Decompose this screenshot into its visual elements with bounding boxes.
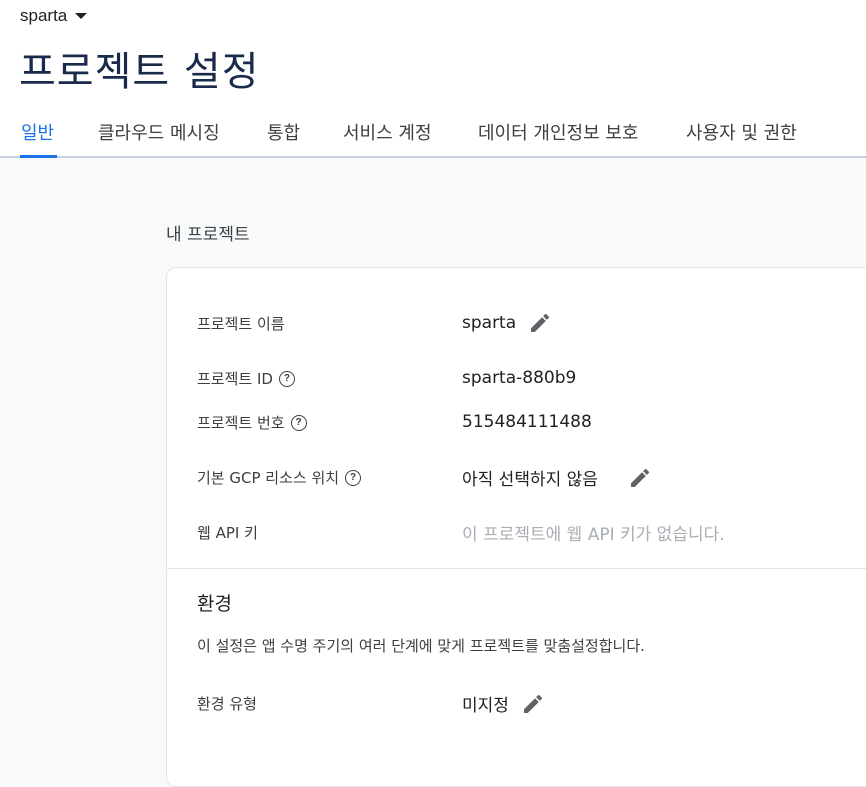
row-label-text: 프로젝트 ID: [197, 370, 273, 388]
help-icon[interactable]: ?: [345, 469, 362, 486]
project-number-value: 515484111488: [462, 412, 592, 432]
row-label-text: 웹 API 키: [197, 524, 258, 542]
caret-down-icon: [75, 13, 88, 19]
project-name-value: sparta: [462, 311, 552, 335]
row-label-text: 환경 유형: [197, 695, 257, 713]
page-title: 프로젝트 설정: [19, 49, 260, 95]
tab-users-permissions[interactable]: 사용자 및 권한: [686, 119, 797, 145]
pencil-icon[interactable]: [528, 311, 552, 335]
project-id-label: 프로젝트 ID ?: [197, 368, 295, 389]
tab-label: 사용자 및 권한: [686, 123, 797, 144]
row-label-text: 기본 GCP 리소스 위치: [197, 469, 340, 487]
gcp-location-value: 아직 선택하지 않음: [462, 465, 652, 490]
my-project-section-label: 내 프로젝트: [166, 225, 250, 245]
row-label-text: 프로젝트 번호: [197, 414, 285, 432]
page-header: sparta 프로젝트 설정 일반 클라우드 메시징 통합 서비스 계정 데이터…: [0, 0, 866, 158]
tab-data-privacy[interactable]: 데이터 개인정보 보호: [478, 119, 638, 145]
row-value-text: 미지정: [462, 696, 509, 716]
row-value-text: 515484111488: [462, 412, 592, 432]
web-api-key-value: 이 프로젝트에 웹 API 키가 없습니다.: [462, 520, 725, 545]
gcp-location-label: 기본 GCP 리소스 위치 ?: [197, 467, 362, 488]
pencil-icon[interactable]: [628, 466, 652, 490]
tab-label: 서비스 계정: [343, 123, 432, 144]
tab-label: 데이터 개인정보 보호: [478, 123, 639, 144]
help-icon[interactable]: ?: [278, 370, 295, 387]
row-label-text: 프로젝트 이름: [197, 315, 285, 333]
row-value-text: 아직 선택하지 않음: [462, 470, 598, 490]
tab-service-accounts[interactable]: 서비스 계정: [343, 119, 432, 145]
environment-heading: 환경: [197, 593, 232, 615]
row-value-text: 이 프로젝트에 웹 API 키가 없습니다.: [462, 525, 725, 545]
environment-type-label: 환경 유형: [197, 693, 257, 714]
row-value-text: sparta: [462, 313, 517, 333]
tab-integrations[interactable]: 통합: [267, 119, 300, 145]
web-api-key-label: 웹 API 키: [197, 522, 258, 543]
environment-description: 이 설정은 앱 수명 주기의 여러 단계에 맞게 프로젝트를 맞춤설정합니다.: [197, 637, 645, 655]
environment-type-value: 미지정: [462, 691, 545, 716]
project-id-value: sparta-880b9: [462, 368, 576, 388]
project-name-label: 프로젝트 이름: [197, 313, 285, 334]
help-icon[interactable]: ?: [290, 414, 307, 431]
row-value-text: sparta-880b9: [462, 368, 577, 388]
project-selector[interactable]: sparta: [20, 6, 88, 26]
pencil-icon[interactable]: [521, 692, 545, 716]
settings-tabs: 일반 클라우드 메시징 통합 서비스 계정 데이터 개인정보 보호 사용자 및 …: [0, 114, 866, 158]
tab-label: 클라우드 메시징: [98, 123, 220, 144]
tab-label: 통합: [267, 123, 301, 144]
tab-cloud-messaging[interactable]: 클라우드 메시징: [98, 119, 220, 145]
project-selector-label: sparta: [20, 6, 68, 25]
active-tab-indicator: [20, 155, 57, 158]
tab-general[interactable]: 일반: [21, 119, 54, 145]
tab-label: 일반: [21, 123, 55, 144]
project-number-label: 프로젝트 번호 ?: [197, 412, 307, 433]
section-divider: [166, 568, 866, 569]
